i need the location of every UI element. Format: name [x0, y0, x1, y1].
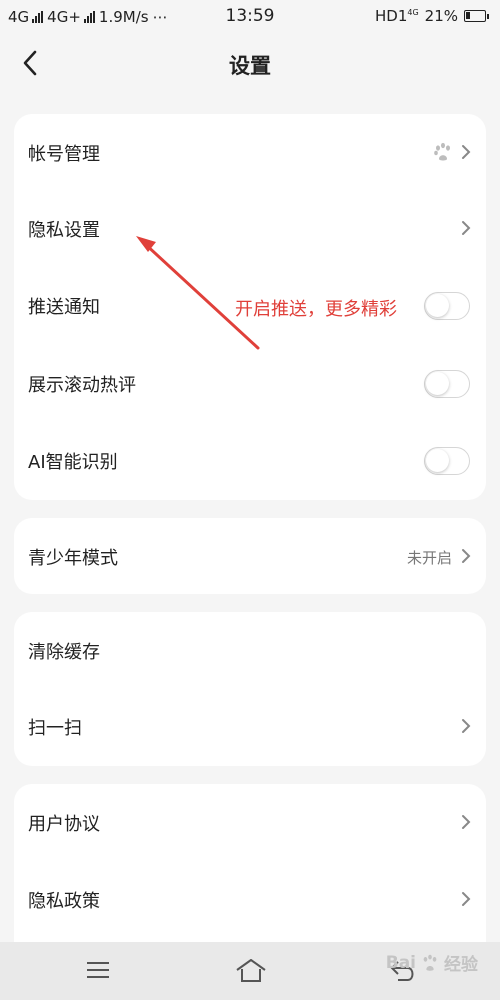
row-label: 展示滚动热评: [28, 375, 136, 396]
status-right: HD14G 21%: [375, 7, 489, 25]
settings-card-legal: 用户协议 隐私政策: [14, 784, 486, 964]
row-label: 用户协议: [28, 814, 100, 835]
toggle-knob: [426, 372, 449, 395]
paw-icon: [434, 142, 450, 161]
row-scan[interactable]: 扫一扫: [14, 688, 486, 766]
battery-fill: [466, 12, 470, 19]
push-notifications-toggle[interactable]: [424, 292, 470, 320]
row-ai-recognition: AI智能识别: [14, 422, 486, 500]
chevron-right-icon: [462, 549, 471, 563]
scroll-comments-toggle[interactable]: [424, 370, 470, 398]
row-label: 青少年模式: [28, 548, 118, 569]
row-label: 隐私设置: [28, 220, 100, 241]
row-privacy-settings[interactable]: 隐私设置: [14, 190, 486, 268]
nav-bar: 设置: [0, 36, 500, 92]
chevron-right-icon: [462, 145, 471, 159]
toggle-knob: [426, 449, 449, 472]
annotation-text: 开启推送，更多精彩: [235, 299, 397, 320]
chevron-right-icon: [462, 815, 471, 829]
baidu-jingyan-watermark: Bai 经验: [385, 950, 478, 976]
page-title: 设置: [229, 54, 271, 78]
row-label: 清除缓存: [28, 642, 100, 663]
chevron-right-icon: [462, 892, 471, 906]
row-label: 推送通知: [28, 297, 100, 318]
watermark-suffix: 经验: [444, 955, 478, 975]
settings-card-youth: 青少年模式 未开启: [14, 518, 486, 594]
home-icon[interactable]: [234, 956, 268, 984]
youth-mode-status: 未开启: [406, 548, 452, 567]
menu-icon[interactable]: [86, 960, 110, 980]
chevron-right-icon: [462, 719, 471, 733]
row-privacy-policy[interactable]: 隐私政策: [14, 861, 486, 939]
battery-icon: [464, 10, 489, 22]
row-label: 扫一扫: [28, 718, 82, 739]
status-bar: 4G 4G+ 1.9M/s ⋯ 13:59 HD14G 21%: [0, 0, 500, 36]
settings-card-tools: 清除缓存 扫一扫: [14, 612, 486, 766]
row-account-management[interactable]: 帐号管理: [14, 114, 486, 192]
row-label: 隐私政策: [28, 891, 100, 912]
row-youth-mode[interactable]: 青少年模式 未开启: [14, 518, 486, 596]
watermark-brand: Bai: [385, 952, 416, 973]
toggle-knob: [426, 294, 449, 317]
row-scroll-comments: 展示滚动热评: [14, 345, 486, 423]
row-user-agreement[interactable]: 用户协议: [14, 784, 486, 862]
baidu-paw-logo-icon: [423, 954, 437, 971]
hd-label: HD1: [374, 7, 408, 25]
hd-indicator: HD14G: [375, 7, 419, 25]
row-clear-cache[interactable]: 清除缓存: [14, 612, 486, 690]
row-label: 帐号管理: [28, 144, 100, 165]
ai-recognition-toggle[interactable]: [424, 447, 470, 475]
hd-sub-label: 4G: [407, 8, 419, 17]
row-label: AI智能识别: [28, 452, 118, 473]
battery-percent: 21%: [424, 7, 458, 25]
chevron-right-icon: [462, 221, 471, 235]
